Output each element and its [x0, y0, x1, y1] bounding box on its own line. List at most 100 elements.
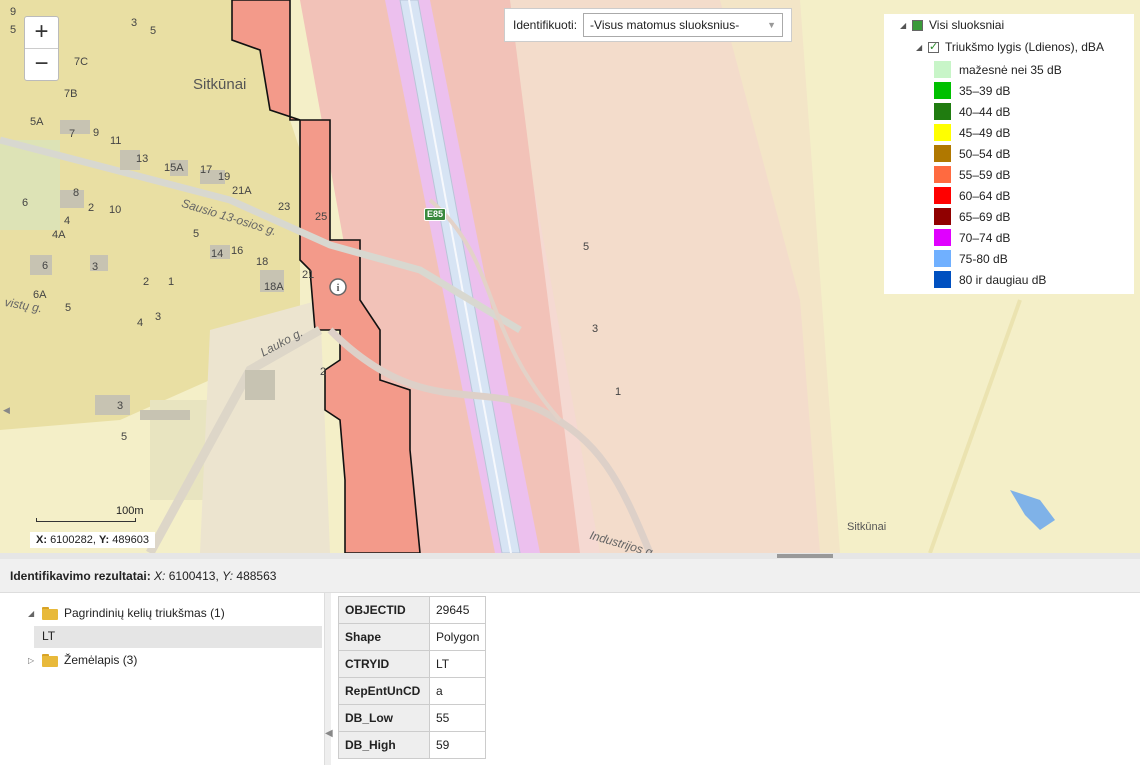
legend-item: 80 ir daugiau dB [934, 271, 1046, 288]
legend-swatch [934, 166, 951, 183]
legend-item: mažesnė nei 35 dB [934, 61, 1062, 78]
scale-bar-line [36, 518, 136, 522]
zoom-out-button[interactable]: − [25, 48, 58, 80]
identify-layer-select[interactable]: -Visus matomus sluoksnius- ▼ [583, 13, 784, 37]
legend-item: 35–39 dB [934, 82, 1010, 99]
house-number: 6 [42, 260, 49, 272]
layer-group-icon[interactable] [912, 19, 923, 31]
collapse-left-icon[interactable]: ◀ [325, 728, 333, 739]
legend-item-label: 35–39 dB [959, 83, 1011, 98]
tree-node-label: Pagrindinių kelių triukšmas (1) [64, 606, 225, 620]
tree-node-label: LT [42, 629, 56, 643]
collapse-triangle-icon[interactable]: ▷ [28, 656, 42, 665]
house-number: 3 [92, 261, 99, 273]
place-label: Sitkūnai [193, 76, 247, 93]
attribute-row: DB_Low 55 [338, 704, 487, 732]
attribute-value: 55 [428, 704, 487, 732]
house-number: 17 [200, 164, 213, 176]
checkbox-checked-icon[interactable]: ✓ [928, 41, 939, 53]
house-number: 23 [278, 201, 291, 213]
legend-item-label: mažesnė nei 35 dB [959, 62, 1062, 77]
layer-legend: ◢ Visi sluoksniai ◢ ✓ Triukšmo lygis (Ld… [884, 14, 1134, 294]
legend-swatch [934, 187, 951, 204]
attribute-row: Shape Polygon [338, 623, 487, 651]
results-y-value: 488563 [236, 569, 277, 583]
house-number: 9 [10, 6, 17, 18]
attribute-row: RepEntUnCD a [338, 677, 487, 705]
house-number: 11 [110, 135, 122, 147]
legend-swatch [934, 145, 951, 162]
attribute-table: OBJECTID 29645 Shape Polygon CTRYID LT RepEntU… [338, 596, 487, 759]
house-number: 18A [264, 281, 284, 293]
results-y-label: Y: [222, 569, 234, 583]
results-tree: ◢ Pagrindinių kelių triukšmas (1) LT ▷ Ž… [0, 593, 324, 765]
attribute-value: 29645 [428, 596, 487, 624]
attribute-value: Polygon [428, 623, 487, 651]
attribute-value: LT [428, 650, 487, 678]
house-number: 3 [592, 323, 599, 335]
legend-item-label: 50–54 dB [959, 146, 1011, 161]
zoom-control: + − [24, 16, 59, 81]
attribute-key: OBJECTID [338, 596, 430, 624]
expand-triangle-icon[interactable]: ◢ [28, 609, 42, 618]
attribute-value: 59 [428, 731, 487, 759]
legend-swatch [934, 250, 951, 267]
house-number: 1 [168, 276, 175, 288]
attribute-key: CTRYID [338, 650, 430, 678]
house-number: 2 [320, 366, 327, 378]
house-number: 21 [302, 269, 315, 281]
legend-root-row[interactable]: ◢ Visi sluoksniai [900, 18, 1004, 32]
legend-item-label: 70–74 dB [959, 230, 1011, 245]
tree-node-lt[interactable]: LT [42, 629, 55, 643]
vertical-splitter[interactable]: ◀ [324, 593, 333, 765]
legend-swatch [934, 229, 951, 246]
expand-triangle-icon[interactable]: ◢ [916, 43, 928, 52]
place-label: Sitkūnai [847, 521, 887, 533]
results-header: Identifikavimo rezultatai: X: 6100413, Y… [0, 559, 1140, 593]
attribute-row: OBJECTID 29645 [338, 596, 487, 624]
house-number: 13 [136, 153, 149, 165]
legend-root-label: Visi sluoksniai [929, 18, 1005, 32]
legend-swatch [934, 103, 951, 120]
house-number: 8 [73, 187, 80, 199]
tree-node-map[interactable]: ▷ Žemėlapis (3) [28, 653, 137, 667]
house-number: 4 [64, 215, 71, 227]
map-view[interactable]: i Sitkūnai Sitkūnai Sausio 13-osios g. L… [0, 0, 1140, 553]
attribute-row: CTRYID LT [338, 650, 487, 678]
tree-node-roads[interactable]: ◢ Pagrindinių kelių triukšmas (1) [28, 606, 225, 620]
legend-item: 40–44 dB [934, 103, 1010, 120]
left-collapse-icon[interactable]: ◀ [3, 405, 10, 416]
legend-item-label: 75-80 dB [959, 251, 1008, 266]
house-number: 5A [30, 116, 44, 128]
house-number: 5 [121, 431, 128, 443]
house-number: 7 [69, 128, 76, 140]
legend-layer-row[interactable]: ◢ ✓ Triukšmo lygis (Ldienos), dBA [916, 40, 1104, 54]
expand-triangle-icon[interactable]: ◢ [900, 21, 912, 30]
coords-y-value: 489603 [112, 534, 149, 546]
zoom-in-button[interactable]: + [25, 17, 58, 48]
road-shield: E85 [424, 208, 447, 221]
house-number: 5 [10, 24, 17, 36]
house-number: 7B [64, 88, 78, 100]
legend-item: 75-80 dB [934, 250, 1008, 267]
house-number: 4 [137, 317, 144, 329]
legend-item-label: 60–64 dB [959, 188, 1011, 203]
folder-icon [42, 606, 58, 620]
house-number: 3 [117, 400, 124, 412]
legend-swatch [934, 82, 951, 99]
attribute-key: DB_High [338, 731, 430, 759]
house-number: 1 [615, 386, 622, 398]
legend-swatch [934, 271, 951, 288]
house-number: 21A [232, 185, 252, 197]
scale-bar-label: 100m [116, 505, 144, 517]
house-number: 25 [315, 211, 328, 223]
house-number: 15A [164, 162, 184, 174]
house-number: 2 [88, 202, 95, 214]
legend-swatch [934, 208, 951, 225]
house-number: 10 [109, 204, 122, 216]
legend-item-label: 45–49 dB [959, 125, 1011, 140]
legend-item-label: 55–59 dB [959, 167, 1011, 182]
splitter-grip[interactable] [777, 554, 833, 558]
identify-toolbar: Identifikuoti: -Visus matomus sluoksnius… [504, 8, 793, 42]
house-number: 16 [231, 245, 244, 257]
